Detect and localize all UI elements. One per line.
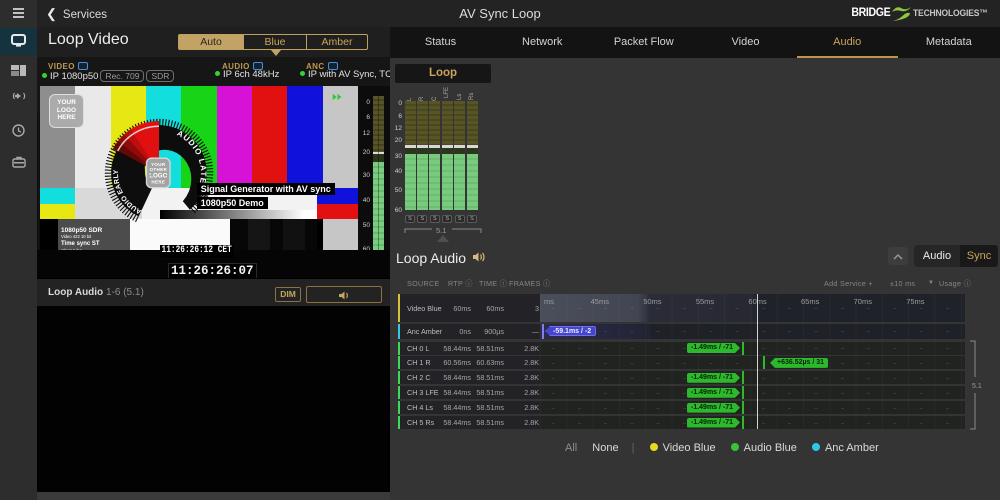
svg-text:5.1: 5.1 <box>972 383 982 390</box>
svg-text:5.1: 5.1 <box>436 226 446 235</box>
svg-text:OTHER: OTHER <box>149 167 167 172</box>
svg-text:LOGO: LOGO <box>149 173 167 180</box>
svg-text:HERE: HERE <box>151 180 165 185</box>
